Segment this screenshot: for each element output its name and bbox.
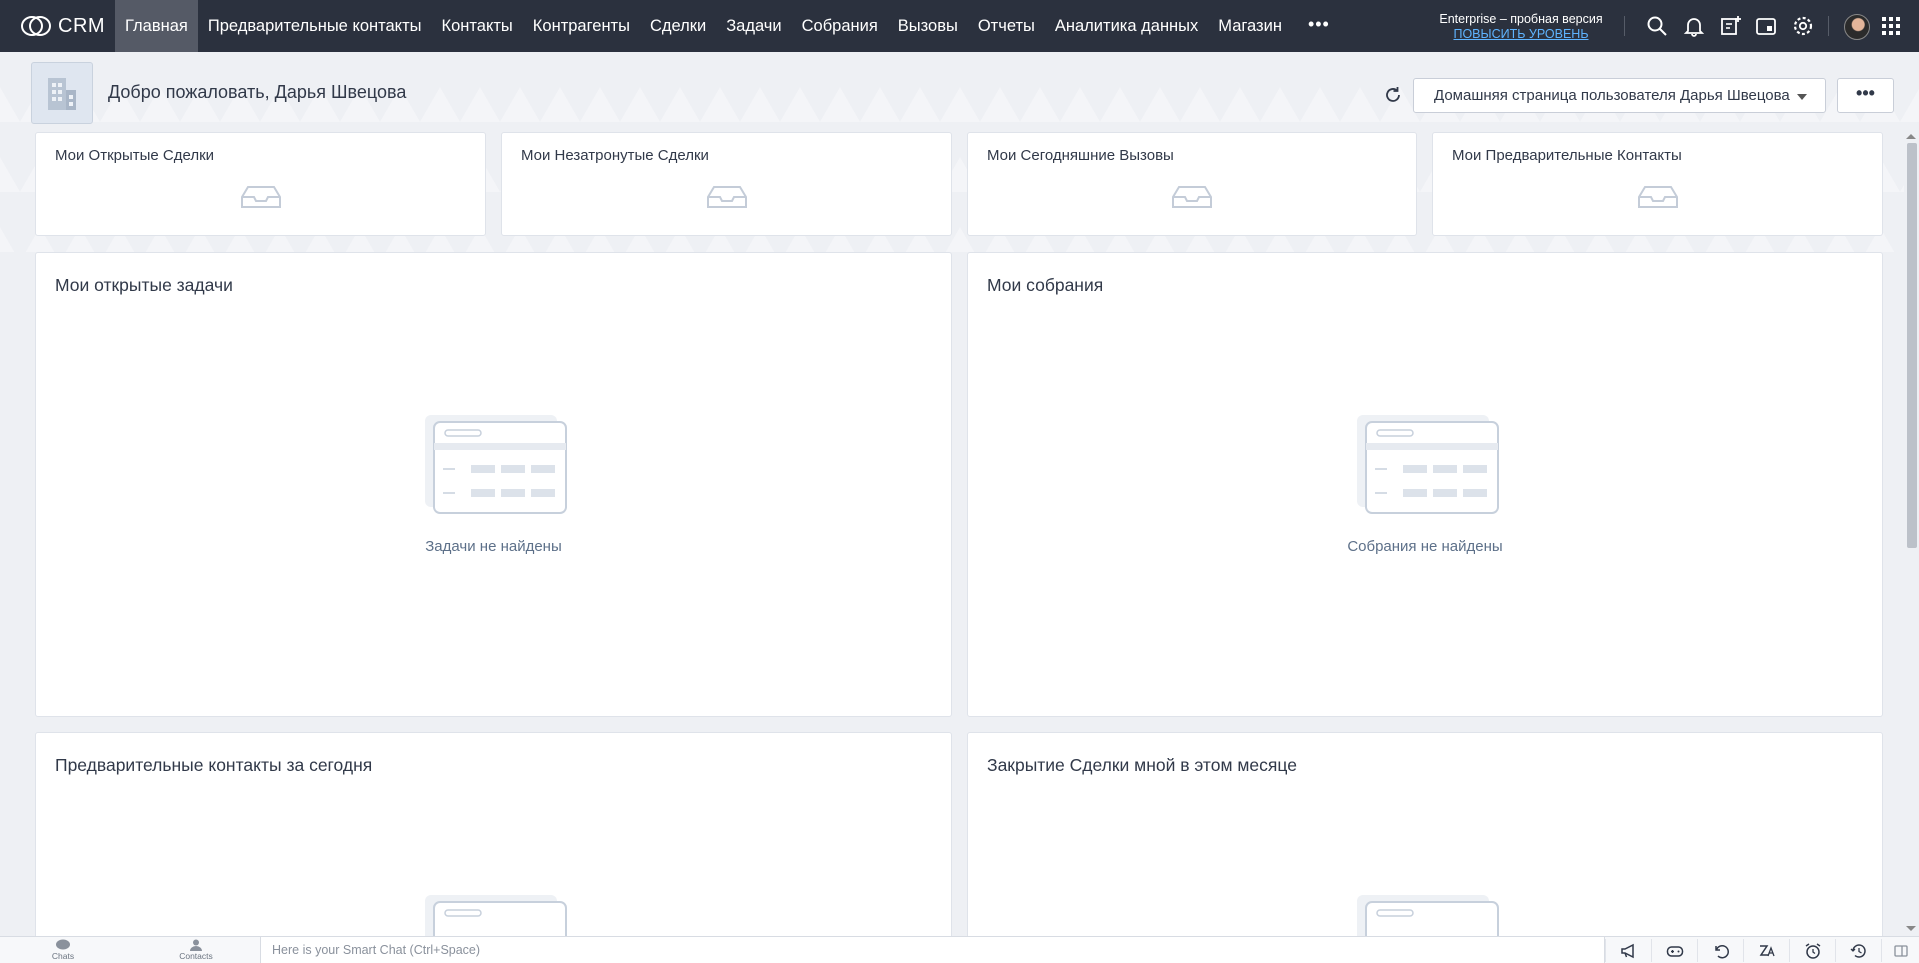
panel-closing-deals-this-month: Закрытие Сделки мной в этом месяце xyxy=(967,732,1883,942)
empty-inbox-icon xyxy=(1172,186,1212,208)
kpi-title: Мои Открытые Сделки xyxy=(55,147,215,164)
crm-logo-icon xyxy=(21,16,51,36)
chat-bubble-icon xyxy=(56,939,70,950)
empty-table-illustration xyxy=(1357,415,1499,514)
nav-accounts[interactable]: Контрагенты xyxy=(523,0,640,52)
gear-icon[interactable] xyxy=(1791,14,1815,38)
empty-table-illustration xyxy=(425,415,567,514)
translate-icon[interactable] xyxy=(1743,939,1789,962)
home-page-select-value: Домашняя страница пользователя Дарья Шве… xyxy=(1434,87,1790,104)
empty-inbox-icon xyxy=(706,186,747,208)
empty-state-text: Собрания не найдены xyxy=(1347,538,1503,555)
plan-info: Enterprise – пробная версия ПОВЫСИТЬ УРО… xyxy=(1430,12,1612,42)
scroll-up-arrow[interactable] xyxy=(1906,134,1916,139)
chevron-down-icon xyxy=(1797,94,1807,100)
kpi-card-todays-calls[interactable]: Мои Сегодняшние Вызовы xyxy=(967,132,1417,236)
panel-open-tasks: Мои открытые задачи Задачи не найдены xyxy=(35,252,952,717)
nav-more-button[interactable]: ••• xyxy=(1292,0,1346,52)
nav-home[interactable]: Главная xyxy=(115,0,198,52)
kpi-card-untouched-deals[interactable]: Мои Незатронутые Сделки xyxy=(501,132,952,236)
calendar-icon[interactable] xyxy=(1754,14,1778,38)
top-navigation-bar: CRM Главная Предварительные контакты Кон… xyxy=(0,0,1919,52)
search-icon[interactable] xyxy=(1645,14,1669,38)
person-icon xyxy=(190,939,202,951)
more-options-button[interactable]: ••• xyxy=(1837,78,1894,113)
chats-button[interactable]: Chats xyxy=(38,939,88,961)
kpi-title: Мои Предварительные Контакты xyxy=(1452,147,1682,164)
panel-title: Предварительные контакты за сегодня xyxy=(55,755,373,775)
company-logo[interactable] xyxy=(31,62,93,124)
megaphone-icon[interactable] xyxy=(1605,939,1651,962)
kpi-card-open-deals[interactable]: Мои Открытые Сделки xyxy=(35,132,486,236)
kpi-card-my-leads[interactable]: Мои Предварительные Контакты xyxy=(1432,132,1883,236)
welcome-message: Добро пожаловать, Дарья Швецова xyxy=(108,82,407,102)
upgrade-link[interactable]: ПОВЫСИТЬ УРОВЕНЬ xyxy=(1430,27,1612,42)
panel-title: Закрытие Сделки мной в этом месяце xyxy=(987,755,1297,775)
nav-tasks[interactable]: Задачи xyxy=(716,0,791,52)
add-note-icon[interactable] xyxy=(1718,14,1742,38)
crm-logo[interactable]: CRM xyxy=(0,0,115,52)
logo-text: CRM xyxy=(58,14,106,37)
bottom-bar: Chats Contacts Here is your Smart Chat (… xyxy=(0,936,1919,963)
contacts-button[interactable]: Contacts xyxy=(171,939,221,961)
empty-table-illustration xyxy=(425,895,567,941)
panel-title: Мои собрания xyxy=(987,275,1104,295)
smart-chat-input[interactable]: Here is your Smart Chat (Ctrl+Space) xyxy=(260,937,1605,963)
contacts-label: Contacts xyxy=(179,951,213,961)
scroll-down-arrow[interactable] xyxy=(1906,926,1916,931)
nav-reports[interactable]: Отчеты xyxy=(968,0,1045,52)
gamepad-icon[interactable] xyxy=(1651,939,1697,962)
empty-inbox-icon xyxy=(240,186,281,208)
nav-calls[interactable]: Вызовы xyxy=(888,0,968,52)
divider xyxy=(1624,16,1625,36)
scrollbar-thumb[interactable] xyxy=(1907,143,1917,548)
bell-icon[interactable] xyxy=(1682,14,1706,38)
apps-grid-icon[interactable] xyxy=(1879,14,1903,38)
nav-leads[interactable]: Предварительные контакты xyxy=(198,0,432,52)
panel-meetings: Мои собрания Собрания не найдены xyxy=(967,252,1883,717)
home-page-select[interactable]: Домашняя страница пользователя Дарья Шве… xyxy=(1413,78,1826,113)
refresh-icon[interactable] xyxy=(1382,84,1404,106)
main-nav: Главная Предварительные контакты Контакт… xyxy=(115,0,1346,52)
panel-todays-leads: Предварительные контакты за сегодня xyxy=(35,732,952,942)
panel-title: Мои открытые задачи xyxy=(55,275,233,295)
nav-deals[interactable]: Сделки xyxy=(640,0,716,52)
nav-meetings[interactable]: Собрания xyxy=(792,0,888,52)
divider xyxy=(1828,16,1829,36)
sidebar-toggle-icon[interactable] xyxy=(1881,939,1919,962)
plan-name: Enterprise – пробная версия xyxy=(1439,12,1603,26)
history-icon[interactable] xyxy=(1697,939,1743,962)
kpi-title: Мои Сегодняшние Вызовы xyxy=(987,147,1174,164)
time-machine-icon[interactable] xyxy=(1835,939,1881,962)
empty-state-text: Задачи не найдены xyxy=(425,538,562,555)
alarm-icon[interactable] xyxy=(1789,939,1835,962)
nav-contacts[interactable]: Контакты xyxy=(432,0,523,52)
nav-analytics[interactable]: Аналитика данных xyxy=(1045,0,1208,52)
chats-label: Chats xyxy=(51,951,75,961)
kpi-title: Мои Незатронутые Сделки xyxy=(521,147,709,164)
building-icon xyxy=(48,78,76,110)
empty-inbox-icon xyxy=(1637,186,1678,208)
empty-table-illustration xyxy=(1357,895,1499,941)
avatar[interactable] xyxy=(1844,14,1870,40)
nav-marketplace[interactable]: Магазин xyxy=(1208,0,1292,52)
